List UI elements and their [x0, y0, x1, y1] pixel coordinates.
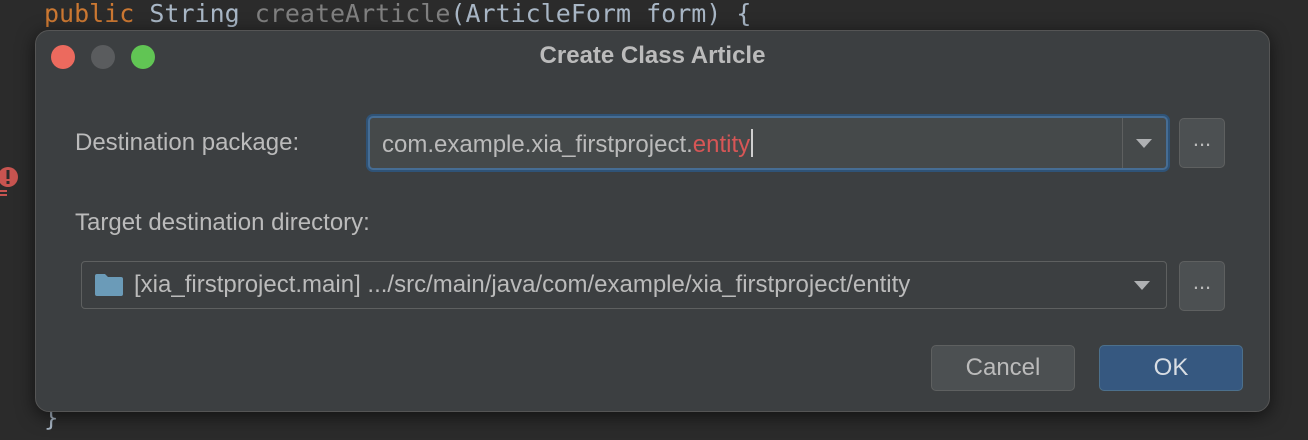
destination-package-input[interactable]: com.example.xia_firstproject.entity [382, 129, 754, 160]
destination-package-label: Destination package: [75, 129, 300, 156]
cancel-button[interactable]: Cancel [931, 345, 1075, 391]
target-directory-label: Target destination directory: [75, 209, 370, 236]
target-directory-combobox[interactable]: [xia_firstproject.main] .../src/main/jav… [81, 261, 1167, 309]
code-line: public String createArticle(ArticleForm … [44, 0, 751, 34]
chevron-down-icon[interactable] [1134, 281, 1150, 290]
package-value-prefix: com.example.xia_firstproject. [382, 131, 693, 158]
code-params: (ArticleForm form) { [450, 0, 752, 28]
error-marker-icon[interactable] [0, 166, 19, 196]
code-keyword: public [44, 0, 135, 28]
browse-directory-button[interactable]: ... [1179, 261, 1225, 311]
code-method-name: createArticle [254, 0, 451, 28]
chevron-down-icon[interactable] [1136, 139, 1152, 148]
code-type: String [149, 0, 240, 28]
package-value-error-part: entity [692, 131, 751, 158]
combo-separator [1122, 118, 1123, 168]
ok-button[interactable]: OK [1099, 345, 1243, 391]
browse-package-button[interactable]: ... [1179, 118, 1225, 168]
destination-package-combobox[interactable]: com.example.xia_firstproject.entity [368, 116, 1168, 170]
create-class-dialog: Create Class Article Destination package… [35, 30, 1270, 412]
text-cursor [751, 129, 754, 157]
folder-icon [95, 274, 123, 296]
target-directory-value: [xia_firstproject.main] .../src/main/jav… [134, 271, 911, 298]
dialog-title: Create Class Article [539, 42, 766, 69]
